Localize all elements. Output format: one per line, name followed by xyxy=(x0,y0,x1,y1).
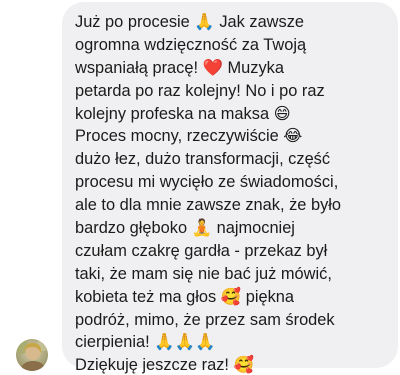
sender-avatar[interactable] xyxy=(16,339,48,371)
message-line: wspaniałą pracę! ❤️ Muzyka xyxy=(75,58,284,77)
message-line: procesu mi wycięło ze świadomości, xyxy=(75,173,339,192)
message-line: dużo łez, dużo transformacji, część xyxy=(75,150,331,169)
chat-thread: Już po procesie 🙏 Jak zawsze ogromna wdz… xyxy=(0,0,400,375)
message-text: Już po procesie 🙏 Jak zawsze ogromna wdz… xyxy=(75,11,392,375)
message-line: bardzo głęboko 🧘 najmocniej xyxy=(75,219,295,238)
message-line: ogromna wdzięczność za Twoją xyxy=(75,35,307,54)
message-line: kolejny profeska na maksa 😄 xyxy=(75,104,291,123)
avatar-photo-icon xyxy=(16,339,48,371)
message-line: petarda po raz kolejny! No i po raz xyxy=(75,81,325,100)
message-line: Proces mocny, rzeczywiście 😂 xyxy=(75,127,303,146)
message-line: podróż, mimo, że przez sam środek xyxy=(75,310,335,329)
message-line: czułam czakrę gardła - przekaz był xyxy=(75,241,328,260)
message-line: kobieta też ma głos 🥰 piękna xyxy=(75,287,295,306)
message-line: taki, że mam się nie bać już mówić, xyxy=(75,264,332,283)
message-line: ale to dla mnie zawsze znak, że było xyxy=(75,196,342,215)
message-line: Dziękuję jeszcze raz! 🥰 xyxy=(75,356,254,375)
message-bubble[interactable]: Już po procesie 🙏 Jak zawsze ogromna wdz… xyxy=(62,2,398,374)
message-line: Już po procesie 🙏 Jak zawsze xyxy=(75,13,305,31)
message-line: cierpienia! 🙏🙏🙏 xyxy=(75,333,216,352)
